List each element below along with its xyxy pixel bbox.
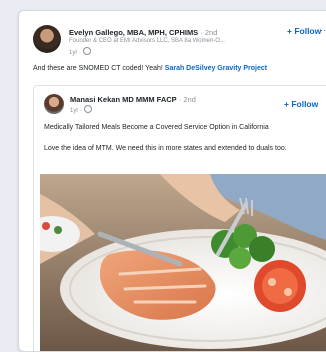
author-name-line[interactable]: Evelyn Gallego, MBA, MPH, CPHIMS · 2nd bbox=[69, 28, 217, 37]
post-header: Evelyn Gallego, MBA, MPH, CPHIMS · 2nd F… bbox=[33, 25, 326, 59]
shared-author-avatar[interactable] bbox=[44, 94, 64, 114]
follow-button[interactable]: + Follow bbox=[287, 26, 321, 36]
shared-author-name[interactable]: Manasi Kekan MD MMM FACP bbox=[70, 95, 177, 104]
feed-card: Evelyn Gallego, MBA, MPH, CPHIMS · 2nd F… bbox=[18, 10, 326, 352]
meal-photo[interactable] bbox=[40, 174, 326, 351]
shared-author-degree: · 2nd bbox=[176, 95, 196, 104]
more-options-icon[interactable]: ⋯ bbox=[320, 25, 326, 36]
post-time: 1yr · bbox=[69, 47, 91, 56]
shared-post-header: Manasi Kekan MD MMM FACP · 2nd 1yr · + F… bbox=[44, 94, 326, 116]
globe-icon bbox=[84, 105, 92, 113]
shared-follow-button[interactable]: + Follow bbox=[284, 99, 318, 109]
author-degree: · 2nd bbox=[198, 28, 218, 37]
shared-author-name-line[interactable]: Manasi Kekan MD MMM FACP · 2nd bbox=[70, 95, 196, 104]
meal-photo-illustration bbox=[40, 174, 326, 351]
shared-post-headline: Medically Tailored Meals Become a Covere… bbox=[44, 124, 269, 131]
post-text: And these are SNOMED CT coded! Yeah! Sar… bbox=[33, 65, 268, 72]
author-avatar[interactable] bbox=[33, 25, 61, 53]
author-subtitle: Founder & CEO at EMI Advisors LLC, SBA 8… bbox=[69, 38, 225, 44]
shared-post-body: Love the idea of MTM. We need this in mo… bbox=[44, 145, 287, 152]
mention-link[interactable]: Sarah DeSilvey Gravity Project bbox=[165, 65, 267, 72]
shared-post[interactable]: Manasi Kekan MD MMM FACP · 2nd 1yr · + F… bbox=[33, 85, 326, 351]
globe-icon bbox=[83, 47, 91, 55]
author-name[interactable]: Evelyn Gallego, MBA, MPH, CPHIMS bbox=[69, 28, 198, 37]
shared-post-time: 1yr · bbox=[70, 105, 92, 114]
